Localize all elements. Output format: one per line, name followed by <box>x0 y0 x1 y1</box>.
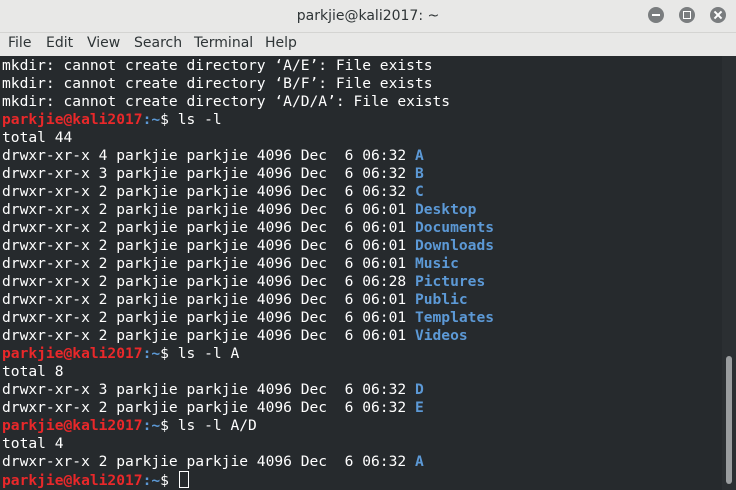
listing-row: drwxr-xr-x 2 parkjie parkjie 4096 Dec 6 … <box>2 273 485 291</box>
listing-meta: drwxr-xr-x 2 parkjie parkjie 4096 Dec 6 … <box>2 219 415 236</box>
output-text: mkdir: cannot create directory ‘A/E’: Fi… <box>2 57 433 74</box>
listing-row: drwxr-xr-x 3 parkjie parkjie 4096 Dec 6 … <box>2 165 424 183</box>
menu-edit[interactable]: Edit <box>46 33 73 56</box>
text-cursor <box>178 471 189 488</box>
output-text: total 8 <box>2 363 64 380</box>
command-text: ls -l A/D <box>177 417 257 434</box>
prompt-path: :~ <box>142 111 161 128</box>
listing-meta: drwxr-xr-x 2 parkjie parkjie 4096 Dec 6 … <box>2 399 415 416</box>
directory-name: Videos <box>414 327 468 344</box>
listing-meta: drwxr-xr-x 2 parkjie parkjie 4096 Dec 6 … <box>2 291 415 308</box>
menu-view[interactable]: View <box>87 33 120 56</box>
maximize-button[interactable] <box>679 7 695 23</box>
listing-row: drwxr-xr-x 2 parkjie parkjie 4096 Dec 6 … <box>2 201 476 219</box>
scrollbar[interactable] <box>722 56 736 490</box>
minimize-icon <box>652 14 660 16</box>
terminal-output[interactable]: mkdir: cannot create directory ‘A/E’: Fi… <box>0 56 722 490</box>
prompt-symbol: $ <box>160 472 178 489</box>
listing-row: drwxr-xr-x 2 parkjie parkjie 4096 Dec 6 … <box>2 291 468 309</box>
directory-name: Pictures <box>414 273 486 290</box>
prompt-path: :~ <box>142 417 161 434</box>
listing-meta: drwxr-xr-x 2 parkjie parkjie 4096 Dec 6 … <box>2 453 415 470</box>
prompt-path: :~ <box>142 472 161 489</box>
prompt-line: parkjie@kali2017:~$ ls -l <box>2 111 222 129</box>
listing-row: drwxr-xr-x 2 parkjie parkjie 4096 Dec 6 … <box>2 183 424 201</box>
listing-row: drwxr-xr-x 3 parkjie parkjie 4096 Dec 6 … <box>2 381 424 399</box>
close-button[interactable] <box>710 7 726 23</box>
prompt-user-host: parkjie@kali2017 <box>2 345 143 362</box>
window-title: parkjie@kali2017: ~ <box>296 8 440 24</box>
directory-name: A <box>414 147 424 164</box>
prompt-symbol: $ <box>160 345 178 362</box>
prompt-user-host: parkjie@kali2017 <box>2 417 143 434</box>
listing-meta: drwxr-xr-x 2 parkjie parkjie 4096 Dec 6 … <box>2 309 415 326</box>
output-line: mkdir: cannot create directory ‘B/F’: Fi… <box>2 75 433 93</box>
menu-search[interactable]: Search <box>134 33 182 56</box>
menu-terminal[interactable]: Terminal <box>194 33 253 56</box>
listing-row: drwxr-xr-x 2 parkjie parkjie 4096 Dec 6 … <box>2 399 424 417</box>
output-text: mkdir: cannot create directory ‘B/F’: Fi… <box>2 75 433 92</box>
menu-help[interactable]: Help <box>265 33 297 56</box>
listing-row: drwxr-xr-x 2 parkjie parkjie 4096 Dec 6 … <box>2 327 468 345</box>
directory-name: Music <box>414 255 459 272</box>
listing-row: drwxr-xr-x 2 parkjie parkjie 4096 Dec 6 … <box>2 309 494 327</box>
listing-meta: drwxr-xr-x 2 parkjie parkjie 4096 Dec 6 … <box>2 237 415 254</box>
terminal-window: parkjie@kali2017: ~ File Edit View Searc… <box>0 0 736 490</box>
directory-name: C <box>414 183 424 200</box>
output-line: mkdir: cannot create directory ‘A/D/A’: … <box>2 93 450 111</box>
command-text: ls -l <box>177 111 222 128</box>
directory-name: B <box>414 165 424 182</box>
directory-name: E <box>414 399 424 416</box>
output-text: total 44 <box>2 129 73 146</box>
output-line: mkdir: cannot create directory ‘A/E’: Fi… <box>2 57 433 75</box>
command-text: ls -l A <box>177 345 240 362</box>
listing-meta: drwxr-xr-x 3 parkjie parkjie 4096 Dec 6 … <box>2 165 415 182</box>
directory-name: Documents <box>414 219 495 236</box>
listing-row: drwxr-xr-x 2 parkjie parkjie 4096 Dec 6 … <box>2 255 459 273</box>
listing-meta: drwxr-xr-x 2 parkjie parkjie 4096 Dec 6 … <box>2 201 415 218</box>
prompt-path: :~ <box>142 345 161 362</box>
listing-meta: drwxr-xr-x 4 parkjie parkjie 4096 Dec 6 … <box>2 147 415 164</box>
listing-row: drwxr-xr-x 2 parkjie parkjie 4096 Dec 6 … <box>2 453 424 471</box>
output-text: mkdir: cannot create directory ‘A/D/A’: … <box>2 93 451 110</box>
directory-name: A <box>414 453 424 470</box>
prompt-line: parkjie@kali2017:~$ <box>2 471 189 489</box>
prompt-symbol: $ <box>160 417 178 434</box>
output-line: total 44 <box>2 129 72 147</box>
listing-row: drwxr-xr-x 2 parkjie parkjie 4096 Dec 6 … <box>2 237 494 255</box>
menu-bar: File Edit View Search Terminal Help <box>0 33 736 56</box>
prompt-user-host: parkjie@kali2017 <box>2 472 143 489</box>
menu-file[interactable]: File <box>8 33 31 56</box>
directory-name: Downloads <box>414 237 495 254</box>
listing-meta: drwxr-xr-x 2 parkjie parkjie 4096 Dec 6 … <box>2 183 415 200</box>
listing-row: drwxr-xr-x 4 parkjie parkjie 4096 Dec 6 … <box>2 147 424 165</box>
output-text: total 4 <box>2 435 64 452</box>
directory-name: D <box>414 381 424 398</box>
scrollbar-thumb[interactable] <box>726 356 732 484</box>
prompt-user-host: parkjie@kali2017 <box>2 111 143 128</box>
prompt-line: parkjie@kali2017:~$ ls -l A/D <box>2 417 257 435</box>
prompt-line: parkjie@kali2017:~$ ls -l A <box>2 345 239 363</box>
title-bar[interactable]: parkjie@kali2017: ~ <box>0 0 736 33</box>
listing-meta: drwxr-xr-x 2 parkjie parkjie 4096 Dec 6 … <box>2 273 415 290</box>
maximize-icon <box>683 11 691 19</box>
directory-name: Templates <box>414 309 495 326</box>
listing-meta: drwxr-xr-x 2 parkjie parkjie 4096 Dec 6 … <box>2 255 415 272</box>
prompt-symbol: $ <box>160 111 178 128</box>
listing-meta: drwxr-xr-x 2 parkjie parkjie 4096 Dec 6 … <box>2 327 415 344</box>
minimize-button[interactable] <box>648 7 664 23</box>
directory-name: Desktop <box>414 201 477 218</box>
output-line: total 4 <box>2 435 64 453</box>
directory-name: Public <box>414 291 468 308</box>
listing-meta: drwxr-xr-x 3 parkjie parkjie 4096 Dec 6 … <box>2 381 415 398</box>
listing-row: drwxr-xr-x 2 parkjie parkjie 4096 Dec 6 … <box>2 219 494 237</box>
output-line: total 8 <box>2 363 64 381</box>
